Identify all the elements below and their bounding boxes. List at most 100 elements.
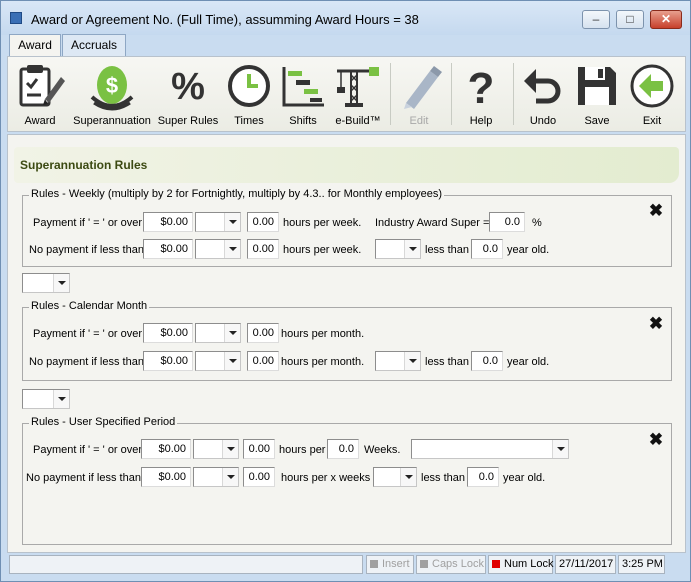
monthly-age-field[interactable]: 0.0 bbox=[471, 351, 503, 371]
num-lock-label: Num Lock bbox=[504, 558, 554, 570]
superannuation-label: Superannuation bbox=[73, 115, 151, 127]
user-period-rules-group: Rules - User Specified Period Payment if… bbox=[22, 416, 672, 545]
weekly-payment-dropdown[interactable] bbox=[195, 212, 241, 232]
user-period-payment-amount-field[interactable]: $0.00 bbox=[141, 439, 191, 459]
weekly-rules-group: Rules - Weekly (multiply by 2 for Fortni… bbox=[22, 188, 672, 267]
weekly-no-payment-label: No payment if less than bbox=[29, 244, 144, 256]
times-label: Times bbox=[234, 115, 264, 127]
user-period-payment-hours-field[interactable]: 0.00 bbox=[243, 439, 275, 459]
tab-award[interactable]: Award bbox=[9, 34, 61, 57]
award-label: Award bbox=[24, 115, 56, 127]
chevron-down-icon bbox=[224, 240, 240, 258]
user-period-payment-dropdown[interactable] bbox=[193, 439, 239, 459]
num-lock-indicator: Num Lock bbox=[488, 555, 554, 574]
help-button[interactable]: ? Help bbox=[454, 59, 508, 131]
exit-label: Exit bbox=[642, 115, 662, 127]
remove-user-period-rule-icon[interactable]: ✖ bbox=[647, 431, 665, 449]
user-period-no-payment-label: No payment if less than bbox=[26, 472, 141, 484]
shifts-label: Shifts bbox=[289, 115, 317, 127]
chevron-down-icon bbox=[224, 324, 240, 342]
monthly-payment-hours-field[interactable]: 0.00 bbox=[247, 323, 279, 343]
user-period-no-payment-amount-field[interactable]: $0.00 bbox=[141, 467, 191, 487]
exit-arrow-icon bbox=[630, 64, 674, 108]
superannuation-button[interactable]: $ Superannuation bbox=[70, 59, 154, 131]
e-build-label: e-Build™ bbox=[335, 115, 381, 127]
user-period-no-payment-hours-field[interactable]: 0.00 bbox=[243, 467, 275, 487]
chevron-down-icon bbox=[53, 390, 69, 408]
monthly-age-dropdown[interactable] bbox=[375, 351, 421, 371]
toolbar-separator bbox=[451, 63, 452, 125]
weekly-payment-hours-field[interactable]: 0.00 bbox=[247, 212, 279, 232]
caps-lock-label: Caps Lock bbox=[432, 558, 484, 570]
help-label: Help bbox=[469, 115, 493, 127]
chevron-down-icon bbox=[552, 440, 568, 458]
monthly-no-payment-hours-field[interactable]: 0.00 bbox=[247, 351, 279, 371]
svg-text:?: ? bbox=[468, 64, 495, 109]
monthly-no-payment-amount-field[interactable]: $0.00 bbox=[143, 351, 193, 371]
insert-led-icon bbox=[370, 560, 378, 568]
question-icon: ? bbox=[468, 64, 495, 109]
weekly-less-than-label: less than bbox=[425, 244, 470, 256]
weekly-rules-legend: Rules - Weekly (multiply by 2 for Fortni… bbox=[29, 188, 445, 200]
svg-text:%: % bbox=[171, 66, 205, 108]
percent-icon: % bbox=[171, 66, 205, 108]
industry-award-super-field[interactable]: 0.0 bbox=[489, 212, 525, 232]
e-build-button[interactable]: e-Build™ bbox=[330, 59, 386, 131]
section-title: Superannuation Rules bbox=[20, 158, 148, 172]
times-button[interactable]: Times bbox=[222, 59, 276, 131]
app-window: Award or Agreement No. (Full Time), assu… bbox=[0, 0, 691, 582]
period-type-dropdown-1[interactable] bbox=[22, 273, 70, 293]
svg-text:$: $ bbox=[106, 73, 118, 98]
weekly-no-payment-dropdown[interactable] bbox=[195, 239, 241, 259]
content-panel: Superannuation Rules Rules - Weekly (mul… bbox=[7, 134, 686, 553]
monthly-payment-label: Payment if ' = ' or over bbox=[33, 328, 143, 340]
clock-icon bbox=[228, 65, 270, 107]
insert-label: Insert bbox=[382, 558, 410, 570]
close-button[interactable]: ✕ bbox=[650, 10, 682, 29]
app-icon bbox=[10, 12, 22, 24]
user-period-weeks-dropdown[interactable] bbox=[411, 439, 569, 459]
money-nest-egg-icon: $ bbox=[90, 66, 134, 111]
chevron-down-icon bbox=[224, 213, 240, 231]
minimize-button[interactable]: – bbox=[582, 10, 610, 29]
weekly-no-payment-hours-field[interactable]: 0.00 bbox=[247, 239, 279, 259]
monthly-payment-amount-field[interactable]: $0.00 bbox=[143, 323, 193, 343]
monthly-rules-legend: Rules - Calendar Month bbox=[29, 300, 150, 312]
weekly-payment-amount-field[interactable]: $0.00 bbox=[143, 212, 193, 232]
super-rules-button[interactable]: % Super Rules bbox=[156, 59, 220, 131]
monthly-payment-dropdown[interactable] bbox=[195, 323, 241, 343]
weekly-age-field[interactable]: 0.0 bbox=[471, 239, 503, 259]
save-button[interactable]: Save bbox=[570, 59, 624, 131]
status-time: 3:25 PM bbox=[618, 555, 665, 574]
maximize-button[interactable]: □ bbox=[616, 10, 644, 29]
weekly-payment-label: Payment if ' = ' or over bbox=[33, 217, 143, 229]
user-period-year-old-label: year old. bbox=[503, 472, 546, 484]
chevron-down-icon bbox=[400, 468, 416, 486]
window-title: Award or Agreement No. (Full Time), assu… bbox=[31, 12, 419, 27]
chevron-down-icon bbox=[222, 468, 238, 486]
shifts-button[interactable]: Shifts bbox=[278, 59, 328, 131]
edit-button[interactable]: Edit bbox=[392, 59, 446, 131]
monthly-rules-group: Rules - Calendar Month Payment if ' = ' … bbox=[22, 300, 672, 381]
exit-button[interactable]: Exit bbox=[624, 59, 680, 131]
weekly-year-old-label: year old. bbox=[507, 244, 550, 256]
weekly-no-payment-amount-field[interactable]: $0.00 bbox=[143, 239, 193, 259]
monthly-no-payment-dropdown[interactable] bbox=[195, 351, 241, 371]
tab-accruals[interactable]: Accruals bbox=[62, 34, 126, 56]
user-period-no-payment-dropdown[interactable] bbox=[193, 467, 239, 487]
period-type-dropdown-2[interactable] bbox=[22, 389, 70, 409]
monthly-year-old-label: year old. bbox=[507, 356, 550, 368]
section-header: Superannuation Rules bbox=[14, 147, 679, 183]
award-button[interactable]: Award bbox=[10, 59, 70, 131]
remove-monthly-rule-icon[interactable]: ✖ bbox=[647, 315, 665, 333]
remove-weekly-rule-icon[interactable]: ✖ bbox=[647, 202, 665, 220]
industry-award-super-label: Industry Award Super = bbox=[375, 217, 490, 229]
undo-button[interactable]: Undo bbox=[516, 59, 570, 131]
user-period-no-payment-hours-label: hours per x weeks bbox=[281, 472, 371, 484]
user-period-weeks-field[interactable]: 0.0 bbox=[327, 439, 359, 459]
user-period-age-field[interactable]: 0.0 bbox=[467, 467, 499, 487]
title-bar[interactable]: Award or Agreement No. (Full Time), assu… bbox=[1, 1, 690, 35]
caps-lock-led-icon bbox=[420, 560, 428, 568]
weekly-age-dropdown[interactable] bbox=[375, 239, 421, 259]
user-period-age-dropdown[interactable] bbox=[373, 467, 417, 487]
